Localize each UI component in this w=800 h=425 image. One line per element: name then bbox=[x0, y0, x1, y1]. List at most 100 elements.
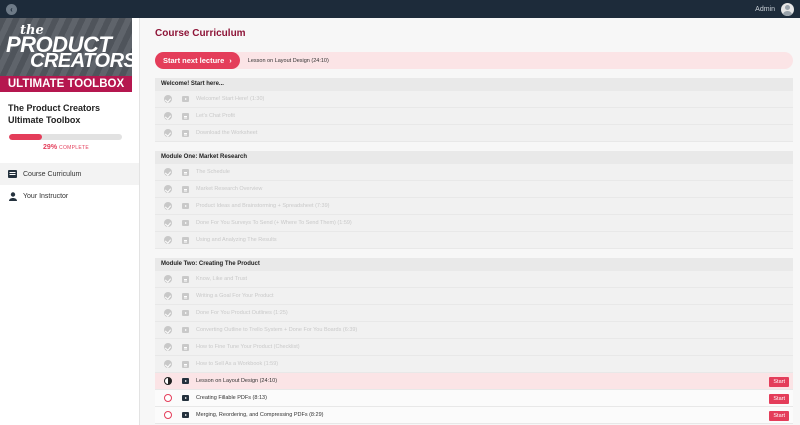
lecture-row[interactable]: Merging, Reordering, and Compressing PDF… bbox=[155, 407, 793, 424]
lecture-title: Market Research Overview bbox=[196, 186, 263, 192]
lecture-row[interactable]: Done For You Product Outlines (1:25) bbox=[155, 305, 793, 322]
module-title: Module One: Market Research bbox=[155, 151, 793, 164]
completed-check-icon bbox=[164, 168, 172, 176]
progress-fill bbox=[9, 134, 42, 140]
document-icon bbox=[182, 236, 189, 244]
document-icon bbox=[182, 360, 189, 368]
lecture-row[interactable]: Done For You Surveys To Send (+ Where To… bbox=[155, 215, 793, 232]
lecture-title: How to Fine Tune Your Product (Checklist… bbox=[196, 344, 300, 350]
lecture-row[interactable]: Download the Worksheet bbox=[155, 125, 793, 142]
lecture-row[interactable]: The Schedule bbox=[155, 164, 793, 181]
lecture-title: The Schedule bbox=[196, 169, 230, 175]
start-next-lecture-button[interactable]: Start next lecture › bbox=[155, 52, 240, 69]
lecture-row[interactable]: Welcome! Start Here! (1:30) bbox=[155, 91, 793, 108]
module-section: Welcome! Start here... Welcome! Start Her… bbox=[155, 78, 793, 142]
module-section: Module Two: Creating The Product Know, Li… bbox=[155, 258, 793, 424]
chevron-right-icon: › bbox=[229, 56, 232, 65]
document-icon bbox=[182, 292, 189, 300]
completed-check-icon bbox=[164, 236, 172, 244]
completed-check-icon bbox=[164, 275, 172, 283]
lecture-title: Merging, Reordering, and Compressing PDF… bbox=[196, 412, 324, 418]
video-icon bbox=[182, 378, 189, 384]
incomplete-circle-icon bbox=[164, 411, 172, 419]
incomplete-circle-icon bbox=[164, 394, 172, 402]
list-icon bbox=[8, 170, 17, 179]
completed-check-icon bbox=[164, 95, 172, 103]
user-name[interactable]: Admin bbox=[755, 6, 775, 13]
in-progress-icon bbox=[164, 377, 172, 385]
top-bar: ‹ Admin bbox=[0, 0, 800, 18]
start-lecture-button[interactable]: Start bbox=[769, 411, 789, 421]
lecture-row[interactable]: Know, Like and Trust bbox=[155, 271, 793, 288]
lecture-title: Download the Worksheet bbox=[196, 130, 258, 136]
video-icon bbox=[182, 220, 189, 226]
lecture-title: Creating Fillable PDFs (8:13) bbox=[196, 395, 267, 401]
lecture-title: Know, Like and Trust bbox=[196, 276, 248, 282]
logo-text-creators: CREATORS bbox=[30, 50, 132, 72]
lecture-row[interactable]: Converting Outline to Trello System + Do… bbox=[155, 322, 793, 339]
lecture-title: How to Sell As a Workbook (1:59) bbox=[196, 361, 279, 367]
course-logo[interactable]: the PRODUCT CREATORS ULTIMATE TOOLBOX bbox=[0, 18, 132, 92]
back-icon[interactable]: ‹ bbox=[6, 3, 17, 15]
lecture-title: Writing a Goal For Your Product bbox=[196, 293, 274, 299]
progress-text: 29% COMPLETE bbox=[0, 144, 132, 151]
completed-check-icon bbox=[164, 360, 172, 368]
avatar[interactable] bbox=[781, 2, 794, 16]
lecture-row[interactable]: Creating Fillable PDFs (8:13) Start bbox=[155, 390, 793, 407]
sidebar-nav: Course Curriculum Your Instructor bbox=[0, 163, 139, 207]
module-title: Module Two: Creating The Product bbox=[155, 258, 793, 271]
user-menu[interactable]: Admin bbox=[755, 2, 794, 16]
lecture-title: Done For You Surveys To Send (+ Where To… bbox=[196, 220, 352, 226]
lecture-title: Using and Analyzing The Results bbox=[196, 237, 277, 243]
curriculum-list: Welcome! Start here... Welcome! Start Her… bbox=[155, 78, 793, 424]
completed-check-icon bbox=[164, 343, 172, 351]
sidebar-item-label: Course Curriculum bbox=[23, 170, 82, 178]
lecture-row[interactable]: How to Sell As a Workbook (1:59) bbox=[155, 356, 793, 373]
document-icon bbox=[182, 168, 189, 176]
document-icon bbox=[182, 343, 189, 351]
lecture-title: Let's Chat Profit bbox=[196, 113, 235, 119]
progress-bar bbox=[9, 134, 122, 140]
lecture-title: Converting Outline to Trello System + Do… bbox=[196, 327, 358, 333]
next-lecture-title: Lesson on Layout Design (24:10) bbox=[247, 57, 329, 64]
completed-check-icon bbox=[164, 219, 172, 227]
completed-check-icon bbox=[164, 112, 172, 120]
completed-check-icon bbox=[164, 326, 172, 334]
course-title: The Product Creators Ultimate Toolbox bbox=[8, 103, 101, 125]
document-icon bbox=[182, 112, 189, 120]
video-icon bbox=[182, 203, 189, 209]
lecture-row[interactable]: Product Ideas and Brainstorming + Spread… bbox=[155, 198, 793, 215]
document-icon bbox=[182, 129, 189, 137]
user-icon bbox=[8, 191, 17, 201]
sidebar-item-label: Your Instructor bbox=[23, 192, 69, 200]
lecture-row[interactable]: How to Fine Tune Your Product (Checklist… bbox=[155, 339, 793, 356]
lecture-row[interactable]: Using and Analyzing The Results bbox=[155, 232, 793, 249]
completed-check-icon bbox=[164, 129, 172, 137]
start-lecture-button[interactable]: Start bbox=[769, 394, 789, 404]
video-icon bbox=[182, 412, 189, 418]
completed-check-icon bbox=[164, 202, 172, 210]
completed-check-icon bbox=[164, 292, 172, 300]
lecture-title: Product Ideas and Brainstorming + Spread… bbox=[196, 203, 330, 209]
document-icon bbox=[182, 275, 189, 283]
main-content: Course Curriculum Start next lecture › L… bbox=[155, 18, 793, 425]
start-lecture-button[interactable]: Start bbox=[769, 377, 789, 387]
sidebar-item-course-curriculum[interactable]: Course Curriculum bbox=[0, 163, 139, 185]
video-icon bbox=[182, 327, 189, 333]
lecture-title: Welcome! Start Here! (1:30) bbox=[196, 96, 265, 102]
lecture-row[interactable]: Let's Chat Profit bbox=[155, 108, 793, 125]
completed-check-icon bbox=[164, 309, 172, 317]
sidebar-item-your-instructor[interactable]: Your Instructor bbox=[0, 185, 139, 207]
video-icon bbox=[182, 96, 189, 102]
lecture-row[interactable]: Market Research Overview bbox=[155, 181, 793, 198]
start-next-lecture-label: Start next lecture bbox=[163, 56, 225, 65]
completed-check-icon bbox=[164, 185, 172, 193]
lecture-title: Lesson on Layout Design (24:10) bbox=[196, 378, 278, 384]
progress-percent: 29% bbox=[43, 144, 58, 151]
lecture-row[interactable]: Lesson on Layout Design (24:10) Start bbox=[155, 373, 793, 390]
lecture-row[interactable]: Writing a Goal For Your Product bbox=[155, 288, 793, 305]
sidebar: the PRODUCT CREATORS ULTIMATE TOOLBOX Th… bbox=[0, 18, 140, 425]
video-icon bbox=[182, 310, 189, 316]
module-section: Module One: Market Research The Schedule M… bbox=[155, 151, 793, 249]
progress-label: COMPLETE bbox=[59, 145, 89, 151]
